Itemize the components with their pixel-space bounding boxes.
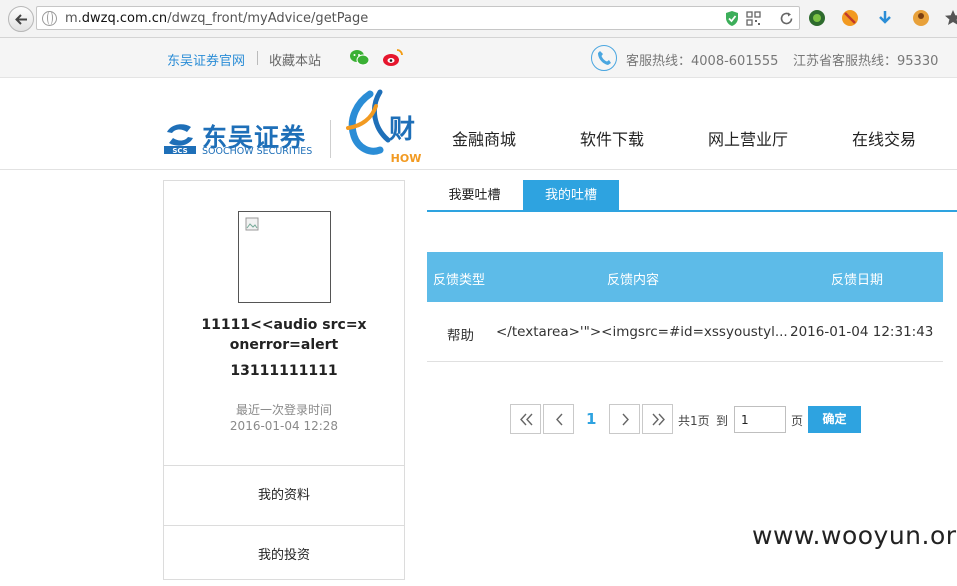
goto-label: 到 [716, 414, 729, 428]
username: 11111<<audio src=x onerror=alert [201, 317, 367, 353]
chevron-left-icon [556, 413, 563, 426]
table-row[interactable]: 帮助 </textarea>'"><imgsrc=#id=xssyoustyl.… [427, 302, 943, 362]
weibo-icon[interactable] [382, 48, 404, 68]
hotline-text: 客服热线：4008-601555 [626, 54, 779, 69]
official-site-link[interactable]: 东吴证券官网 [167, 50, 245, 69]
phone-icon [591, 45, 617, 71]
svg-text:SCS: SCS [172, 147, 187, 155]
current-page[interactable]: 1 [586, 410, 596, 428]
nav-software-download[interactable]: 软件下载 [580, 126, 644, 150]
svg-text:HOW: HOW [391, 152, 422, 165]
back-arrow-icon [15, 14, 27, 25]
adblock-icon[interactable] [841, 9, 859, 27]
sidebar-item-profile[interactable]: 我的资料 [164, 465, 404, 525]
browser-toolbar: m.dwzq.com.cn/dwzq_front/myAdvice/getPag… [0, 0, 957, 38]
feedback-tabs: 我要吐槽 我的吐槽 [427, 180, 957, 212]
total-pages: 共1页 [678, 414, 710, 428]
watermark: www.wooyun.org [752, 521, 957, 550]
column-header-date: 反馈日期 [831, 273, 884, 288]
caifu-logo[interactable]: 财 HOW [340, 88, 422, 166]
prev-page-button[interactable] [543, 404, 574, 434]
back-button[interactable] [8, 6, 34, 32]
top-info-bar: 东吴证券官网 收藏本站 客服热线：4008-601555 江苏省客服热线：953… [0, 38, 957, 78]
cell-content: </textarea>'"><imgsrc=#id=xssyoustyl... [496, 324, 788, 340]
first-page-button[interactable] [510, 404, 541, 434]
double-chevron-left-icon [520, 413, 533, 426]
confirm-page-button[interactable]: 确定 [808, 406, 861, 433]
broken-image-icon [245, 217, 259, 231]
page-number-input[interactable] [734, 406, 786, 433]
double-chevron-right-icon [652, 413, 665, 426]
shield-icon[interactable] [725, 10, 739, 27]
qr-code-icon[interactable] [746, 11, 761, 26]
last-login-time: 2016-01-04 12:28 [229, 419, 339, 433]
globe-icon [42, 11, 57, 26]
add-favorite-link[interactable]: 收藏本站 [269, 50, 321, 69]
extension-avatar-icon[interactable] [912, 9, 930, 27]
address-bar[interactable]: m.dwzq.com.cn/dwzq_front/myAdvice/getPag… [36, 6, 800, 30]
next-page-button[interactable] [609, 404, 640, 434]
bookmark-star-icon[interactable] [944, 9, 957, 27]
table-header: 反馈类型 反馈内容 反馈日期 [427, 252, 943, 302]
column-header-type: 反馈类型 [433, 273, 486, 288]
nav-online-office[interactable]: 网上营业厅 [708, 126, 788, 150]
chevron-right-icon [622, 413, 629, 426]
divider [257, 51, 258, 65]
svg-text:财: 财 [389, 115, 415, 145]
sidebar-item-investments[interactable]: 我的投资 [164, 525, 404, 585]
page-unit-label: 页 [791, 414, 804, 428]
nav-finance-mall[interactable]: 金融商城 [452, 126, 516, 150]
url-text: m.dwzq.com.cn/dwzq_front/myAdvice/getPag… [65, 11, 369, 26]
tab-write-feedback[interactable]: 我要吐槽 [427, 180, 522, 210]
logo-english: SOOCHOW SECURITIES [202, 146, 313, 157]
last-page-button[interactable] [642, 404, 673, 434]
cell-date: 2016-01-04 12:31:43 [790, 324, 934, 340]
soochow-logo-mark[interactable]: SCS [163, 118, 197, 156]
logo-divider [330, 120, 331, 158]
nav-online-trading[interactable]: 在线交易 [852, 126, 916, 150]
wechat-icon[interactable] [349, 48, 371, 68]
extension-shield-icon[interactable] [808, 9, 826, 27]
last-login-label: 最近一次登录时间 [235, 403, 332, 417]
avatar [238, 211, 331, 303]
cell-type: 帮助 [447, 328, 474, 344]
user-sidebar: 11111<<audio src=x onerror=alert 1311111… [163, 180, 405, 580]
tab-my-feedback[interactable]: 我的吐槽 [523, 180, 619, 210]
phone-number: 13111111111 [230, 363, 338, 379]
refresh-icon[interactable] [779, 11, 794, 26]
column-header-content: 反馈内容 [607, 273, 660, 288]
jiangsu-hotline-text: 江苏省客服热线：95330 [793, 54, 939, 69]
download-icon[interactable] [876, 9, 894, 27]
site-header: SCS 东吴证券 SOOCHOW SECURITIES 财 HOW 金融商城 软… [0, 78, 957, 170]
